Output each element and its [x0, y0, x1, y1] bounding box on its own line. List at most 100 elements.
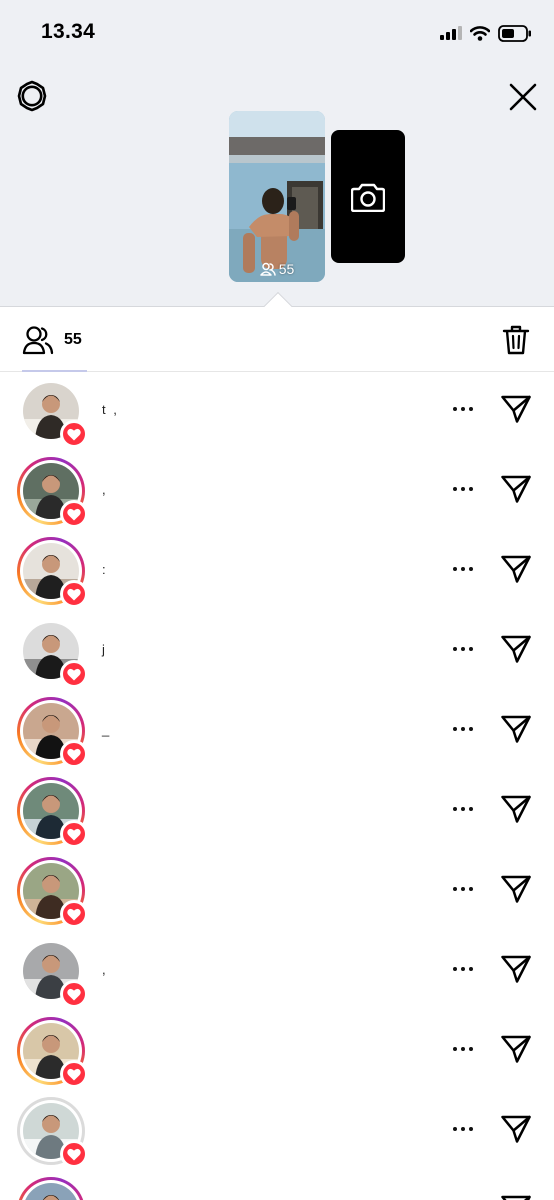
more-dot: [469, 647, 473, 651]
more-dot: [461, 887, 465, 891]
send-message-button[interactable]: [499, 712, 533, 746]
status-time: 13.34: [41, 20, 96, 43]
more-options-button[interactable]: [448, 478, 478, 500]
viewer-row[interactable]: [0, 1012, 554, 1092]
more-options-button[interactable]: [448, 1038, 478, 1060]
more-options-button[interactable]: [448, 398, 478, 420]
add-story-button[interactable]: [331, 130, 405, 263]
send-message-button[interactable]: [499, 872, 533, 906]
viewer-avatar[interactable]: [17, 537, 88, 608]
viewer-row[interactable]: [0, 852, 554, 932]
heart-icon: [67, 1068, 81, 1080]
like-badge: [60, 580, 88, 608]
viewer-row[interactable]: ,: [0, 452, 554, 532]
viewers-toolbar: 55: [0, 308, 554, 372]
send-message-button[interactable]: [499, 632, 533, 666]
more-dot: [453, 407, 457, 411]
send-icon: [501, 635, 531, 663]
heart-icon: [67, 908, 81, 920]
send-message-button[interactable]: [499, 952, 533, 986]
more-options-button[interactable]: [448, 1118, 478, 1140]
more-dot: [469, 567, 473, 571]
send-icon: [501, 1115, 531, 1143]
more-options-button[interactable]: [448, 558, 478, 580]
heart-icon: [67, 428, 81, 440]
viewer-avatar[interactable]: [17, 1017, 88, 1088]
viewer-username[interactable]: :: [102, 562, 108, 577]
viewer-username[interactable]: ,: [102, 482, 108, 497]
more-dot: [461, 487, 465, 491]
send-message-button[interactable]: [499, 1032, 533, 1066]
viewer-username[interactable]: t ,: [102, 402, 119, 417]
viewer-row[interactable]: [0, 772, 554, 852]
send-icon: [501, 1195, 531, 1200]
settings-button[interactable]: [14, 78, 50, 114]
send-message-button[interactable]: [499, 792, 533, 826]
viewer-row[interactable]: [0, 1092, 554, 1172]
heart-icon: [67, 1148, 81, 1160]
gear-icon: [17, 80, 47, 112]
like-badge: [60, 740, 88, 768]
send-message-button[interactable]: [499, 1192, 533, 1200]
story-viewer-count: 55: [278, 261, 295, 277]
like-badge: [60, 1060, 88, 1088]
close-button[interactable]: [506, 80, 540, 114]
send-icon: [501, 955, 531, 983]
send-icon: [501, 555, 531, 583]
story-viewer-badge: 55: [229, 261, 325, 277]
more-options-button[interactable]: [448, 958, 478, 980]
battery-icon: [498, 24, 531, 42]
viewer-avatar[interactable]: [17, 777, 88, 848]
more-dot: [461, 1047, 465, 1051]
viewer-username[interactable]: ,: [102, 962, 108, 977]
trash-icon: [502, 325, 530, 355]
like-badge: [60, 660, 88, 688]
more-dot: [453, 1127, 457, 1131]
story-photo: [229, 111, 325, 282]
viewer-avatar[interactable]: [17, 1177, 85, 1200]
viewer-row[interactable]: _: [0, 692, 554, 772]
send-message-button[interactable]: [499, 392, 533, 426]
like-badge: [60, 900, 88, 928]
more-dot: [461, 967, 465, 971]
more-dot: [461, 1127, 465, 1131]
viewer-row[interactable]: [0, 1172, 554, 1200]
viewer-avatar[interactable]: [17, 937, 88, 1008]
send-icon: [501, 795, 531, 823]
more-options-button[interactable]: [448, 718, 478, 740]
send-message-button[interactable]: [499, 552, 533, 586]
more-dot: [453, 727, 457, 731]
tab-viewers[interactable]: 55: [22, 322, 82, 358]
viewer-row[interactable]: j: [0, 612, 554, 692]
more-options-button[interactable]: [448, 638, 478, 660]
more-dot: [469, 887, 473, 891]
more-dot: [469, 807, 473, 811]
more-options-button[interactable]: [448, 798, 478, 820]
like-badge: [60, 500, 88, 528]
viewer-avatar[interactable]: [17, 377, 88, 448]
more-dot: [469, 487, 473, 491]
more-options-button[interactable]: [448, 878, 478, 900]
viewer-row[interactable]: ,: [0, 932, 554, 1012]
more-dot: [469, 967, 473, 971]
viewer-avatar[interactable]: [17, 697, 88, 768]
story-thumbnail[interactable]: 55: [229, 111, 325, 282]
more-dot: [461, 727, 465, 731]
wifi-icon: [470, 25, 490, 41]
viewer-avatar[interactable]: [17, 1097, 88, 1168]
viewer-row[interactable]: :: [0, 532, 554, 612]
close-icon: [509, 83, 537, 111]
more-dot: [453, 647, 457, 651]
viewer-username[interactable]: j: [102, 642, 107, 657]
viewer-avatar[interactable]: [17, 617, 88, 688]
viewer-username[interactable]: _: [102, 722, 111, 737]
send-message-button[interactable]: [499, 1112, 533, 1146]
delete-story-button[interactable]: [500, 323, 532, 357]
viewers-icon: [22, 326, 54, 355]
send-message-button[interactable]: [499, 472, 533, 506]
viewer-avatar[interactable]: [17, 457, 88, 528]
more-dot: [469, 1127, 473, 1131]
status-icons: [440, 22, 532, 44]
viewer-row[interactable]: t ,: [0, 372, 554, 452]
viewer-avatar[interactable]: [17, 857, 88, 928]
